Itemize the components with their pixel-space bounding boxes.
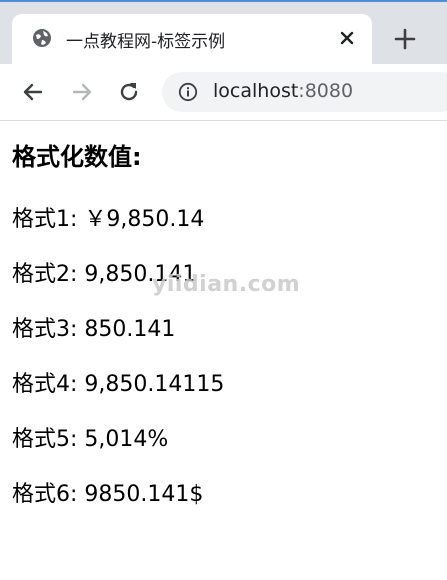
watermark: yiidian.com [152, 272, 301, 297]
format-line-1: 格式1: ￥9,850.14 [12, 207, 205, 232]
plus-icon[interactable] [390, 24, 420, 54]
url-text[interactable]: localhost:8080 [213, 80, 353, 102]
forward-arrow-icon[interactable] [69, 79, 95, 105]
window-top-border [0, 0, 447, 2]
browser-toolbar: localhost:8080 [0, 64, 447, 121]
browser-tabstrip: 一点教程网-标签示例 [0, 0, 447, 64]
format-line-5: 格式5: 5,014% [12, 427, 169, 452]
browser-tab[interactable]: 一点教程网-标签示例 [12, 14, 372, 64]
info-icon[interactable] [178, 82, 198, 102]
address-bar[interactable]: localhost:8080 [162, 72, 447, 112]
globe-icon [33, 29, 51, 47]
close-icon[interactable] [336, 27, 358, 49]
format-line-3: 格式3: 850.141 [12, 317, 176, 342]
reload-icon[interactable] [116, 79, 142, 105]
format-line-6: 格式6: 9850.141$ [12, 482, 204, 507]
page-heading: 格式化数值: [12, 143, 142, 171]
tab-title: 一点教程网-标签示例 [66, 32, 226, 52]
back-arrow-icon[interactable] [20, 79, 46, 105]
url-port: :8080 [298, 80, 354, 102]
url-host: localhost [213, 80, 299, 102]
format-line-4: 格式4: 9,850.14115 [12, 372, 225, 397]
